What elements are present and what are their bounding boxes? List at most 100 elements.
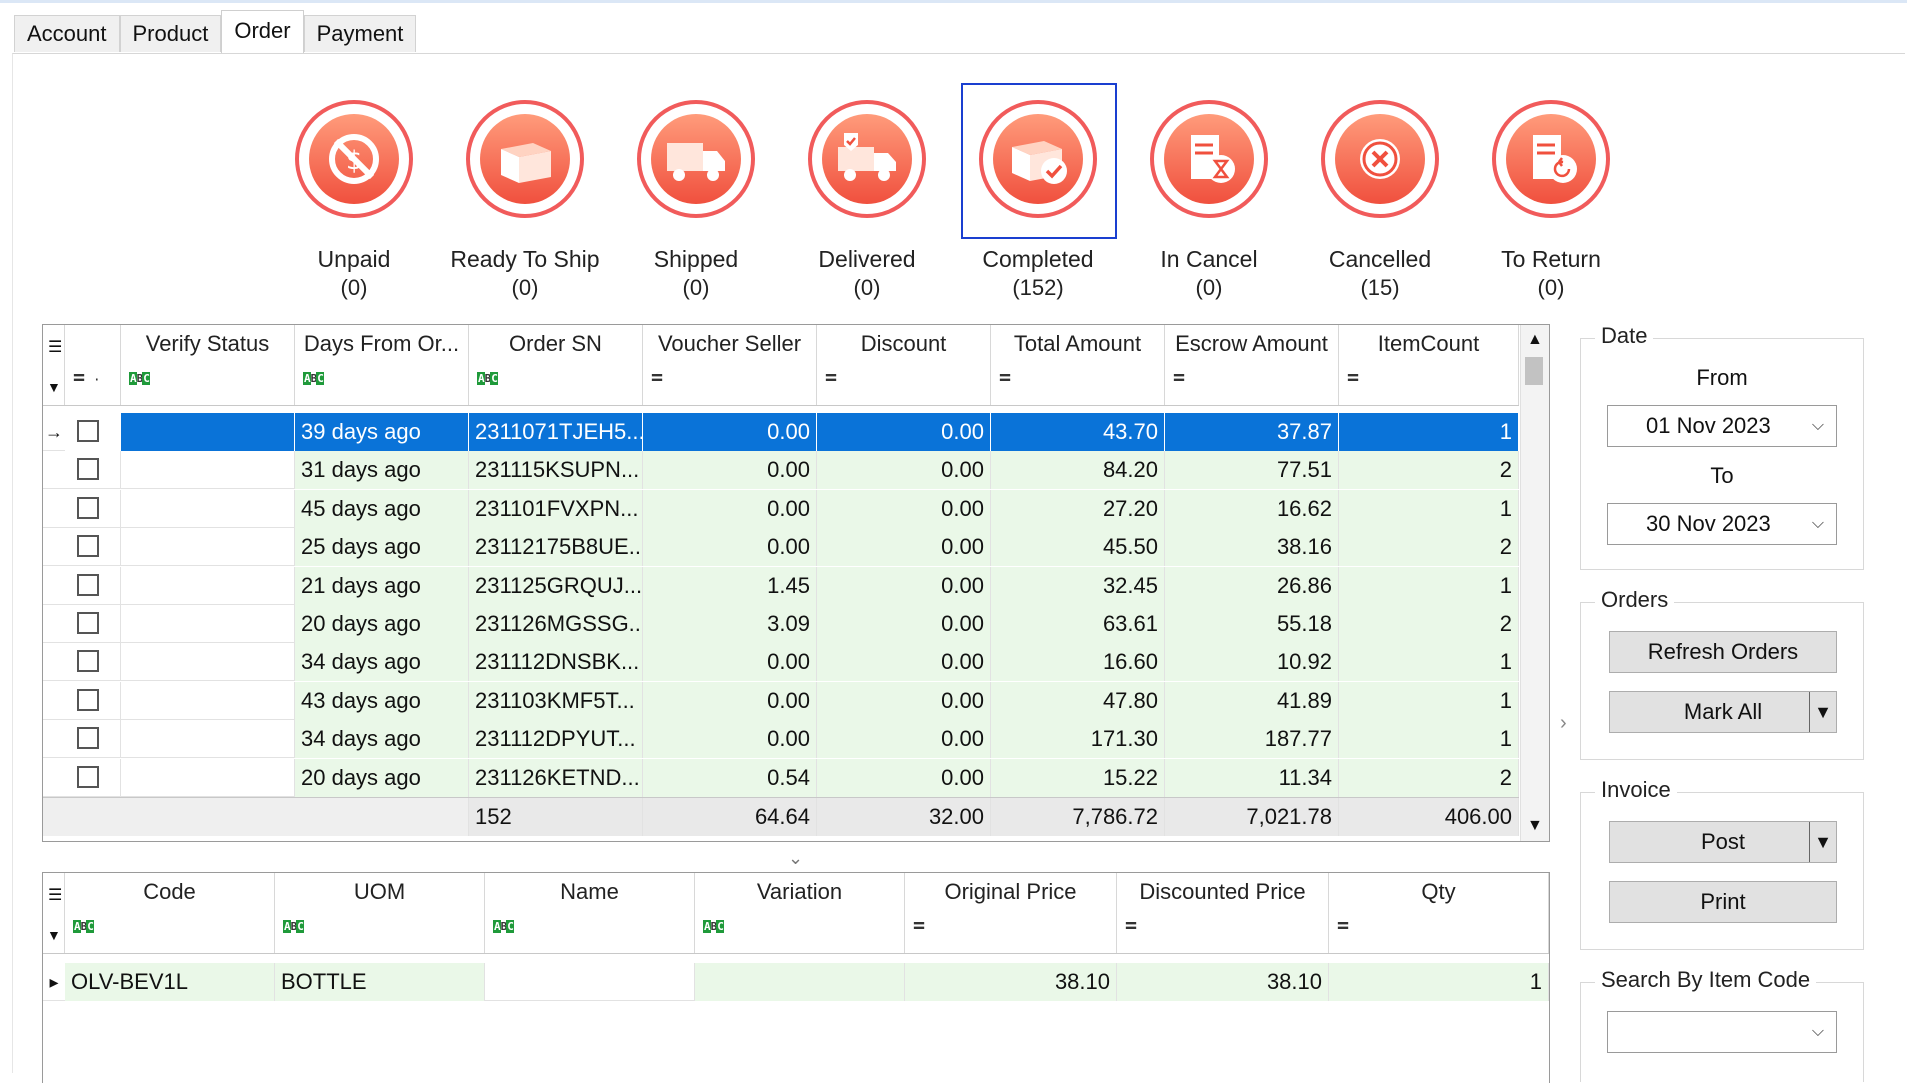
cell-total-amount: 27.20 (991, 489, 1165, 528)
footer-voucher-sum: 64.64 (643, 798, 817, 836)
header-item-count[interactable]: ItemCount = (1339, 325, 1519, 405)
row-checkbox[interactable] (77, 612, 99, 634)
items-column-chooser[interactable]: ☰ ▼ (43, 873, 65, 953)
orders-vertical-scrollbar[interactable]: ▲ ▼ (1520, 325, 1549, 841)
row-checkbox[interactable] (77, 458, 99, 481)
item-code-search-select[interactable]: ⌵ (1607, 1011, 1837, 1053)
tab-product[interactable]: Product (119, 15, 222, 52)
table-row[interactable]: 43 days ago 231103KMF5T... 0.00 0.00 47.80 41… (43, 681, 1519, 720)
row-checkbox-cell (65, 413, 121, 451)
cell-item-count: 2 (1339, 451, 1519, 490)
cell-verify-status (121, 643, 295, 682)
cell-verify-status (121, 720, 295, 759)
header-discounted-price[interactable]: Discounted Price = (1117, 873, 1329, 953)
row-checkbox[interactable] (77, 688, 99, 711)
scroll-up-icon[interactable]: ▲ (1527, 331, 1543, 349)
filter-icon[interactable]: ▼ (47, 927, 61, 943)
table-row[interactable]: → 39 days ago 2311071TJEH5... 0.00 0.00 43.70… (43, 413, 1519, 451)
status-to-return[interactable]: To Return (0) (1466, 100, 1636, 302)
table-row[interactable]: 20 days ago 231126MGSSG... 3.09 0.00 63.61 55… (43, 605, 1519, 643)
row-indicator (43, 528, 65, 566)
cell-discount: 0.00 (817, 566, 991, 605)
row-indicator (43, 643, 65, 681)
unpaid-icon: $ (295, 100, 413, 218)
header-discount[interactable]: Discount = (817, 325, 991, 405)
scroll-thumb[interactable] (1525, 357, 1543, 385)
side-collapse-chevron-icon[interactable]: › (1560, 712, 1567, 735)
cell-escrow-amount: 41.89 (1165, 681, 1339, 720)
tab-order[interactable]: Order (221, 10, 304, 53)
header-days-from-order[interactable]: Days From Or... ABC (295, 325, 469, 405)
row-checkbox[interactable] (77, 496, 99, 519)
scroll-down-icon[interactable]: ▼ (1527, 817, 1543, 835)
header-code[interactable]: Code ABC (65, 873, 275, 953)
table-row[interactable]: 34 days ago 231112DPYUT... 0.00 0.00 171.30 1… (43, 720, 1519, 759)
table-row[interactable]: 34 days ago 231112DNSBK... 0.00 0.00 16.60 10… (43, 643, 1519, 682)
header-original-price[interactable]: Original Price = (905, 873, 1117, 953)
header-name[interactable]: Name ABC (485, 873, 695, 953)
items-grid-header: ☰ ▼ Code ABC UOM ABC Name ABC Variation ABC … (43, 873, 1549, 954)
current-row-arrow-icon: → (45, 422, 63, 442)
from-date-picker[interactable]: 01 Nov 2023 ⌵ (1607, 405, 1837, 447)
status-shipped[interactable]: Shipped (0) (611, 100, 781, 302)
refresh-orders-button[interactable]: Refresh Orders (1609, 631, 1837, 673)
print-button[interactable]: Print (1609, 881, 1837, 923)
header-escrow-amount[interactable]: Escrow Amount = (1165, 325, 1339, 405)
header-uom[interactable]: UOM ABC (275, 873, 485, 953)
row-checkbox[interactable] (77, 535, 99, 558)
row-checkbox-cell (65, 451, 121, 490)
cell-total-amount: 45.50 (991, 528, 1165, 567)
header-total-amount[interactable]: Total Amount = (991, 325, 1165, 405)
row-checkbox[interactable] (77, 420, 99, 442)
filter-icon[interactable]: ▼ (47, 379, 61, 395)
header-order-sn[interactable]: Order SN ABC (469, 325, 643, 405)
cell-discount: 0.00 (817, 681, 991, 720)
status-ready-to-ship[interactable]: Ready To Ship (0) (440, 100, 610, 302)
invoice-group-title: Invoice (1595, 777, 1677, 803)
chevron-down-icon: ⌵ (1811, 1023, 1824, 1040)
mark-all-label: Mark All (1683, 699, 1763, 724)
column-chooser[interactable]: ☰ ▼ (43, 325, 65, 405)
svg-text:$: $ (346, 146, 363, 176)
row-checkbox[interactable] (77, 650, 99, 673)
status-completed[interactable]: Completed (152) (953, 100, 1123, 302)
to-date-picker[interactable]: 30 Nov 2023 ⌵ (1607, 503, 1837, 545)
date-group: Date From 01 Nov 2023 ⌵ To 30 Nov 2023 ⌵ (1580, 323, 1864, 570)
table-row[interactable]: 20 days ago 231126KETND... 0.54 0.00 15.22 11… (43, 758, 1519, 797)
header-qty[interactable]: Qty = (1329, 873, 1549, 953)
item-code: OLV-BEV1L (65, 963, 275, 1001)
post-button[interactable]: Post ▼ (1609, 821, 1837, 863)
cell-order-sn: 23112175B8UE... (469, 528, 643, 567)
status-delivered[interactable]: Delivered (0) (782, 100, 952, 302)
row-checkbox[interactable] (77, 573, 99, 596)
cell-days-from-order: 43 days ago (295, 681, 469, 720)
table-row[interactable]: 45 days ago 231101FVXPN... 0.00 0.00 27.20 16… (43, 489, 1519, 528)
mark-all-button[interactable]: Mark All ▼ (1609, 691, 1837, 733)
item-row[interactable]: ▸ OLV-BEV1L BOTTLE 38.10 38.10 1 (43, 963, 1549, 1001)
row-checkbox[interactable] (77, 727, 99, 750)
splitter-chevron-icon[interactable]: ⌄ (788, 848, 803, 869)
row-checkbox[interactable] (77, 765, 99, 788)
header-verify-status[interactable]: Verify Status ABC (121, 325, 295, 405)
orders-group-title: Orders (1595, 587, 1675, 613)
table-row[interactable]: 31 days ago 231115KSUPN... 0.00 0.00 84.20 77… (43, 451, 1519, 490)
header-variation[interactable]: Variation ABC (695, 873, 905, 953)
completed-box-icon (979, 100, 1097, 218)
status-in-cancel[interactable]: In Cancel (0) (1124, 100, 1294, 302)
cell-total-amount: 171.30 (991, 720, 1165, 759)
table-row[interactable]: 21 days ago 231125GRQUJ... 1.45 0.00 32.45 26… (43, 566, 1519, 605)
cell-discount: 0.00 (817, 451, 991, 490)
header-voucher-seller[interactable]: Voucher Seller = (643, 325, 817, 405)
status-label: In Cancel (1160, 246, 1258, 272)
status-cancelled[interactable]: Cancelled (15) (1295, 100, 1465, 302)
cell-days-from-order: 39 days ago (295, 413, 469, 451)
tab-payment[interactable]: Payment (303, 15, 417, 52)
dropdown-arrow-icon[interactable]: ▼ (1809, 692, 1836, 732)
cell-total-amount: 63.61 (991, 605, 1165, 643)
tab-account[interactable]: Account (14, 15, 120, 52)
table-row[interactable]: 25 days ago 23112175B8UE... 0.00 0.00 45.50 3… (43, 528, 1519, 567)
status-unpaid[interactable]: $ Unpaid (0) (269, 100, 439, 302)
dropdown-arrow-icon[interactable]: ▼ (1809, 822, 1836, 862)
cell-item-count: 2 (1339, 528, 1519, 567)
cell-verify-status (121, 566, 295, 605)
